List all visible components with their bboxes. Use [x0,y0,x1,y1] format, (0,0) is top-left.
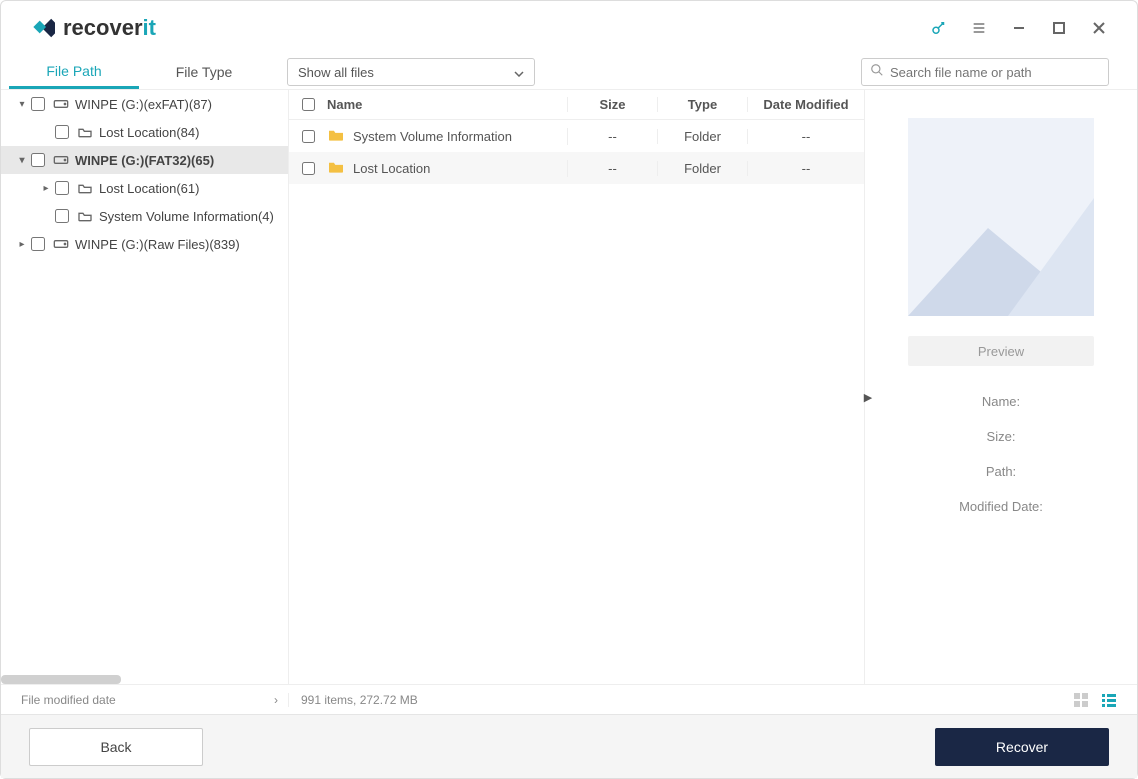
col-header-size[interactable]: Size [568,97,658,112]
tree-checkbox[interactable] [55,209,69,223]
filter-label: Show all files [298,65,374,80]
row-checkbox[interactable] [302,162,315,175]
folder-icon [327,128,345,145]
filter-select[interactable]: Show all files [287,58,535,86]
row-checkbox[interactable] [302,130,315,143]
toolbar-row: File Path File Type Show all files [1,55,1137,89]
tree-checkbox[interactable] [55,181,69,195]
status-summary: 991 items, 272.72 MB [289,693,865,707]
folder-icon [77,210,93,222]
key-icon[interactable] [919,8,959,48]
list-row[interactable]: Lost Location --Folder-- [289,152,864,184]
tree-checkbox[interactable] [31,153,45,167]
tree-label: Lost Location(84) [99,125,199,140]
tree-item[interactable]: ▾ WINPE (G:)(exFAT)(87) [1,90,288,118]
drive-icon [53,238,69,250]
tab-file-type[interactable]: File Type [139,57,269,87]
meta-modified: Modified Date: [883,499,1119,514]
col-header-type[interactable]: Type [658,97,748,112]
expand-icon[interactable]: ▾ [13,99,31,110]
row-size: -- [568,129,658,144]
search-input[interactable] [890,65,1100,80]
expand-icon[interactable]: ▸ [37,183,55,194]
horizontal-scrollbar[interactable] [1,675,121,684]
tree-item[interactable]: ▸ WINPE (G:)(Raw Files)(839) [1,230,288,258]
folder-icon [77,182,93,194]
list-row[interactable]: System Volume Information --Folder-- [289,120,864,152]
tree-checkbox[interactable] [55,125,69,139]
back-button[interactable]: Back [29,728,203,766]
view-grid-icon[interactable] [1073,692,1091,708]
meta-path: Path: [883,464,1119,479]
collapse-preview-icon[interactable]: ▶ [864,388,872,406]
tree-label: System Volume Information(4) [99,209,274,224]
col-header-name[interactable]: Name [327,97,568,112]
main-pane: ▾ WINPE (G:)(exFAT)(87) Lost Location(84) ▾… [1,89,1137,684]
expand-icon[interactable]: ▾ [13,155,31,166]
status-filter-modified-date[interactable]: File modified date › [1,693,289,707]
row-date: -- [748,129,864,144]
tab-file-path[interactable]: File Path [9,56,139,89]
tree-item[interactable]: Lost Location(84) [1,118,288,146]
drive-icon [53,154,69,166]
app-logo: recoverit [29,15,156,41]
meta-size: Size: [883,429,1119,444]
folder-icon [77,126,93,138]
row-name: System Volume Information [353,129,512,144]
row-size: -- [568,161,658,176]
recover-button[interactable]: Recover [935,728,1109,766]
status-left-label: File modified date [21,693,116,707]
minimize-button[interactable] [999,8,1039,48]
list-pane: Name Size Type Date Modified System Volu… [289,90,865,684]
maximize-button[interactable] [1039,8,1079,48]
expand-icon[interactable]: ▸ [13,239,31,250]
preview-button[interactable]: Preview [908,336,1094,366]
statusbar: File modified date › 991 items, 272.72 M… [1,684,1137,714]
logo-icon [29,15,55,41]
folder-icon [327,160,345,177]
tree-checkbox[interactable] [31,97,45,111]
search-box[interactable] [861,58,1109,86]
select-all-checkbox[interactable] [302,98,315,111]
close-button[interactable] [1079,8,1119,48]
tree-item[interactable]: ▸ Lost Location(61) [1,174,288,202]
tree-pane: ▾ WINPE (G:)(exFAT)(87) Lost Location(84) ▾… [1,90,289,684]
logo-text: recoverit [63,15,156,41]
tree-label: WINPE (G:)(Raw Files)(839) [75,237,240,252]
search-icon [870,63,884,82]
row-type: Folder [658,129,748,144]
tree-label: WINPE (G:)(exFAT)(87) [75,97,212,112]
tree-item[interactable]: ▾ WINPE (G:)(FAT32)(65) [1,146,288,174]
menu-icon[interactable] [959,8,999,48]
preview-placeholder [908,118,1094,316]
row-type: Folder [658,161,748,176]
titlebar: recoverit [1,1,1137,55]
drive-icon [53,98,69,110]
chevron-down-icon [514,65,524,80]
meta-name: Name: [883,394,1119,409]
row-date: -- [748,161,864,176]
tree-label: Lost Location(61) [99,181,199,196]
row-name: Lost Location [353,161,430,176]
footer: Back Recover [1,714,1137,778]
view-list-icon[interactable] [1101,692,1119,708]
chevron-right-icon: › [274,693,278,707]
tree-checkbox[interactable] [31,237,45,251]
preview-pane: ▶ Preview Name: Size: Path: Modified Dat… [865,90,1137,684]
col-header-date[interactable]: Date Modified [748,97,864,112]
tree-label: WINPE (G:)(FAT32)(65) [75,153,214,168]
list-header: Name Size Type Date Modified [289,90,864,120]
list-body: System Volume Information--Folder--Lost … [289,120,864,684]
preview-meta: Name: Size: Path: Modified Date: [883,394,1119,514]
tree-item[interactable]: System Volume Information(4) [1,202,288,230]
